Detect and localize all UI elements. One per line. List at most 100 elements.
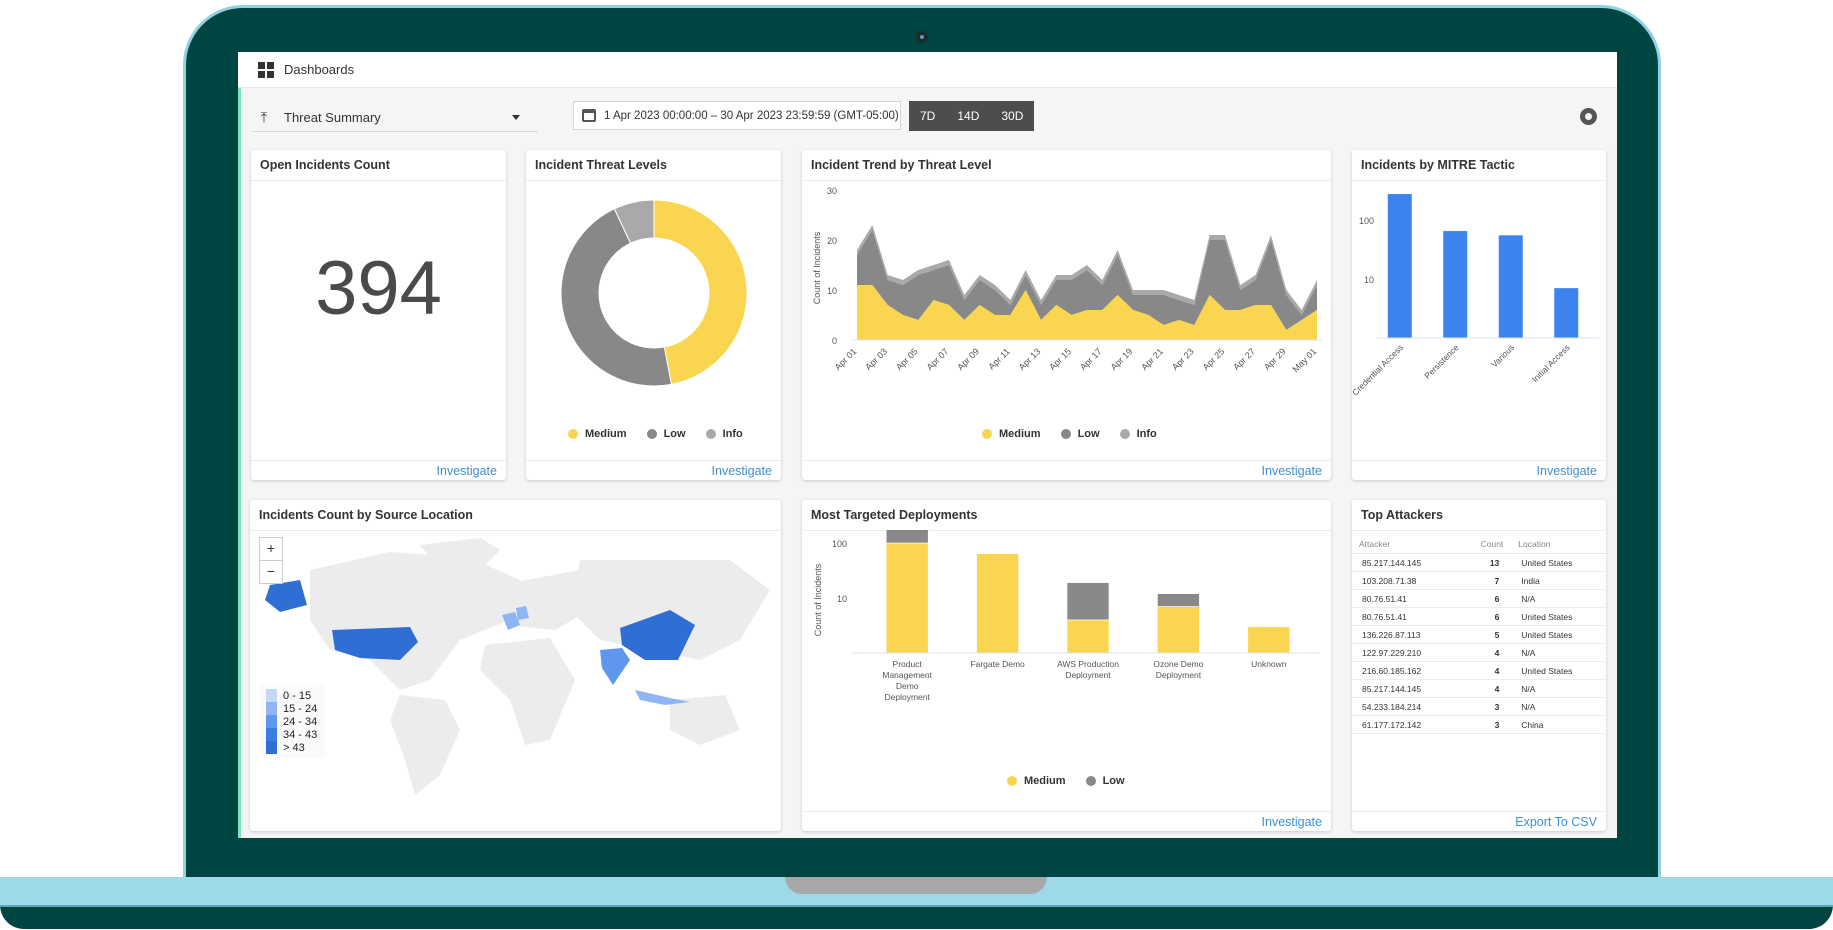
- table-row[interactable]: 122.97.229.210 4 N/A: [1352, 643, 1606, 662]
- table-row[interactable]: 85.217.144.145 4 N/A: [1352, 679, 1606, 698]
- table-row[interactable]: 85.217.144.145 13 United States: [1352, 553, 1606, 572]
- legend-item[interactable]: Low: [1060, 428, 1100, 440]
- y-axis-label: Count of Incidents: [813, 563, 823, 636]
- laptop-base-edge: [0, 905, 1833, 929]
- table-row[interactable]: 216.60.185.162 4 United States: [1352, 661, 1606, 680]
- legend-item[interactable]: Medium: [1007, 775, 1066, 787]
- map-region-india: [600, 648, 630, 685]
- bar-segment-low[interactable]: [885, 530, 929, 544]
- x-tick-label: Initial Access: [1530, 342, 1572, 384]
- laptop-notch: [785, 877, 1047, 894]
- legend-swatch: [266, 728, 277, 741]
- x-tick-label: Fargate Demo: [970, 659, 1025, 669]
- map-legend-item: 24 - 34: [266, 715, 317, 728]
- investigate-link[interactable]: Investigate: [712, 464, 772, 478]
- table-row[interactable]: 80.76.51.41 6 N/A: [1352, 589, 1606, 608]
- table-row[interactable]: 103.208.71.38 7 India: [1352, 571, 1606, 590]
- range-button-group: 7D 14D 30D: [909, 101, 1035, 131]
- legend-item[interactable]: Medium: [982, 428, 1041, 440]
- mitre-chart: 101001kCredential AccessPersistenceVario…: [1352, 194, 1599, 398]
- map-zoom-in-button[interactable]: +: [259, 537, 283, 561]
- panel-footer: [802, 460, 1331, 480]
- attack-count: 4: [1458, 661, 1512, 680]
- range-7d-button[interactable]: 7D: [909, 101, 946, 131]
- legend-item[interactable]: Medium: [568, 428, 627, 440]
- x-tick-label: Apr 05: [894, 346, 920, 372]
- map-africa: [480, 638, 575, 745]
- chart-legend: Medium Low Info: [568, 428, 743, 440]
- legend-swatch: [266, 702, 277, 715]
- column-header-attacker[interactable]: Attacker: [1352, 535, 1459, 554]
- donut-chart: [560, 199, 748, 387]
- bar-segment-medium[interactable]: [1066, 619, 1110, 654]
- bar-segment-low[interactable]: [1157, 593, 1200, 607]
- bar-segment-medium[interactable]: [885, 542, 929, 654]
- map-zoom-out-button[interactable]: −: [259, 560, 283, 584]
- legend-item[interactable]: Info: [1119, 428, 1157, 440]
- map-south-america: [390, 695, 460, 795]
- investigate-link[interactable]: Investigate: [437, 464, 497, 478]
- attacker-ip: 80.76.51.41: [1352, 607, 1459, 626]
- attacker-location: United States: [1511, 625, 1606, 644]
- legend-label: 15 - 24: [283, 702, 318, 715]
- chart-legend: Medium Low Info: [982, 428, 1157, 440]
- legend-label: 34 - 43: [283, 728, 318, 741]
- attack-count: 6: [1458, 607, 1512, 626]
- legend-item[interactable]: Info: [705, 428, 743, 440]
- dashboard-selector-value: Threat Summary: [284, 109, 381, 125]
- x-tick-label: Apr 17: [1078, 346, 1104, 372]
- aperture-icon[interactable]: [1580, 108, 1597, 125]
- legend-item[interactable]: Low: [1085, 775, 1125, 787]
- legend-label: Medium: [999, 428, 1041, 440]
- investigate-link[interactable]: Investigate: [1262, 815, 1322, 829]
- calendar-icon: [582, 109, 596, 122]
- export-csv-link[interactable]: Export To CSV: [1515, 815, 1597, 829]
- attacker-ip: 136.226.87.113: [1352, 625, 1459, 644]
- column-header-count[interactable]: Count: [1458, 535, 1512, 554]
- screen: Dashboards ⤒ Threat Summary 1 Apr 2023 0…: [238, 52, 1617, 838]
- bar-persistence[interactable]: [1443, 231, 1468, 338]
- map-legend-item: 15 - 24: [266, 702, 317, 715]
- legend-label: Low: [1102, 775, 1125, 787]
- date-range-picker[interactable]: 1 Apr 2023 00:00:00 – 30 Apr 2023 23:59:…: [573, 101, 901, 130]
- y-tick-label: 20: [827, 236, 837, 246]
- legend-dot: [1060, 429, 1071, 439]
- panel-title: Incident Threat Levels: [535, 158, 667, 172]
- range-30d-button[interactable]: 30D: [990, 101, 1034, 131]
- panel-source-location: Incidents Count by Source Location + − 0…: [250, 500, 781, 831]
- bar-segment-low[interactable]: [1066, 582, 1110, 621]
- bar-segment-medium[interactable]: [976, 553, 1019, 654]
- attacker-location: United States: [1511, 661, 1606, 680]
- y-tick-label: 10: [1364, 275, 1374, 285]
- table-row[interactable]: 80.76.51.41 6 United States: [1352, 607, 1606, 626]
- x-tick-label: Various: [1489, 342, 1516, 369]
- table-row[interactable]: 61.177.172.142 3 China: [1352, 715, 1606, 734]
- panel-top-attackers: Top Attackers Attacker Count Location 85…: [1352, 500, 1606, 831]
- column-header-location[interactable]: Location: [1511, 535, 1606, 554]
- donut-slice-medium[interactable]: [653, 199, 748, 385]
- bar-various[interactable]: [1498, 235, 1523, 338]
- attacker-location: N/A: [1511, 697, 1606, 716]
- bar-segment-medium[interactable]: [1157, 606, 1200, 654]
- legend-item[interactable]: Low: [646, 428, 686, 440]
- table-row[interactable]: 54.233.184.214 3 N/A: [1352, 697, 1606, 716]
- bar-segment-medium[interactable]: [1247, 626, 1291, 654]
- attack-count: 5: [1458, 625, 1512, 644]
- range-14d-button[interactable]: 14D: [946, 101, 990, 131]
- world-map[interactable]: [250, 530, 781, 830]
- bar-credential-access[interactable]: [1387, 194, 1412, 338]
- investigate-link[interactable]: Investigate: [1537, 464, 1597, 478]
- bar-initial-access[interactable]: [1554, 288, 1579, 338]
- panel-footer: [802, 811, 1331, 831]
- dashboard-selector[interactable]: ⤒ Threat Summary: [252, 103, 538, 132]
- y-tick-label: 10: [837, 594, 847, 604]
- x-tick-label: Ozone Demo Deployment: [1153, 659, 1203, 680]
- table-row[interactable]: 136.226.87.113 5 United States: [1352, 625, 1606, 644]
- legend-dot: [1085, 776, 1096, 786]
- app-title: Dashboards: [284, 62, 355, 77]
- attack-count: 4: [1458, 643, 1512, 662]
- investigate-link[interactable]: Investigate: [1262, 464, 1322, 478]
- panel-threat-levels: Incident Threat Levels Medium Low Info Inv…: [526, 150, 781, 480]
- x-tick-label: Product Management Demo Deployment: [882, 659, 932, 702]
- legend-swatch: [266, 741, 277, 754]
